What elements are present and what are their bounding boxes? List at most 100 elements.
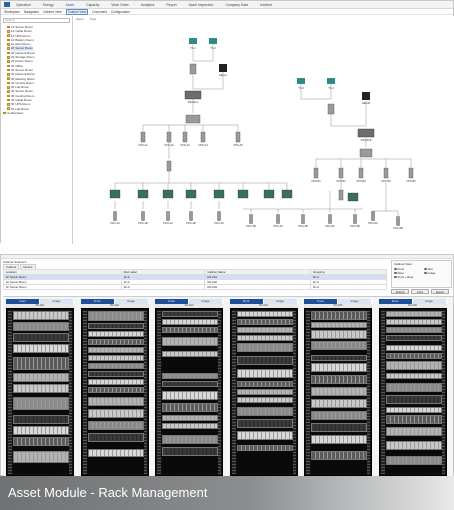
rack-device[interactable] <box>87 323 144 329</box>
type-tab[interactable]: Type <box>90 17 97 21</box>
rack-device[interactable] <box>385 383 442 392</box>
menu-item-asset-inspection[interactable]: Asset Inspection <box>189 3 214 7</box>
rack-device[interactable] <box>13 344 69 353</box>
rack-cabinet[interactable]: Front Image R2-A03 <box>155 299 223 476</box>
rack-device[interactable] <box>87 433 144 442</box>
table-row[interactable]: 1F Server Room 1F-A R2-A03 1F-A <box>3 284 388 290</box>
rack-device[interactable] <box>236 419 293 428</box>
rack-device[interactable] <box>162 351 218 357</box>
subnav-custom-view[interactable]: Custom View <box>65 8 89 15</box>
rack-front-tab[interactable]: Front <box>304 299 338 304</box>
subnav-configuration[interactable]: Configuration <box>111 10 130 14</box>
rack-image-tab[interactable]: Image <box>114 299 149 304</box>
rack-device[interactable] <box>87 387 144 393</box>
rack-device[interactable] <box>13 311 69 320</box>
rack-device[interactable] <box>87 371 144 377</box>
rack-device[interactable] <box>385 373 442 379</box>
rack-device[interactable] <box>385 311 442 317</box>
rack-device[interactable] <box>236 335 293 341</box>
rack-device[interactable] <box>311 341 367 350</box>
rack-device[interactable] <box>385 319 442 325</box>
radio-front-rear[interactable]: Front + Rear <box>394 275 424 279</box>
rack-device[interactable] <box>13 451 69 463</box>
rack-device[interactable] <box>13 415 69 424</box>
menu-item-capacity[interactable]: Capacity <box>86 3 99 7</box>
rack-device[interactable] <box>87 409 144 418</box>
rack-cabinet[interactable]: Front Image R2-A06 <box>378 299 447 476</box>
rack-device[interactable] <box>13 437 69 446</box>
rack-device[interactable] <box>385 327 442 333</box>
rack-device[interactable] <box>236 389 293 395</box>
rack-device[interactable] <box>162 337 218 346</box>
rack-device[interactable] <box>311 322 367 328</box>
rack-device[interactable] <box>385 335 442 341</box>
rack-device[interactable] <box>162 311 218 317</box>
rack-device[interactable] <box>13 322 69 331</box>
rack-device[interactable] <box>236 431 293 440</box>
menu-item-operation[interactable]: Operation <box>16 3 31 7</box>
rack-device[interactable] <box>236 381 293 387</box>
menu-item-work-order[interactable]: Work Order <box>111 3 128 7</box>
rack-device[interactable] <box>385 361 442 370</box>
rack-device[interactable] <box>385 456 442 465</box>
rack-image-tab[interactable]: Image <box>263 299 298 304</box>
tree-node[interactable]: Unallocated <box>1 111 72 115</box>
rack-device[interactable] <box>87 331 144 337</box>
rack-device[interactable] <box>87 355 144 361</box>
menu-item-energy[interactable]: Energy <box>43 3 54 7</box>
rack-device[interactable] <box>311 399 367 408</box>
rack-device[interactable] <box>236 311 293 317</box>
rack-device[interactable] <box>13 426 69 435</box>
menu-item-company-data[interactable]: Company Data <box>225 3 248 7</box>
rack-device[interactable] <box>87 311 144 321</box>
rack-cabinet[interactable]: Front Image R2-A05 <box>304 299 372 476</box>
rack-device[interactable] <box>311 387 367 396</box>
rack-device[interactable] <box>385 395 442 404</box>
rack-device[interactable] <box>87 397 144 406</box>
rack-device[interactable] <box>87 339 144 345</box>
subnav-cabinet-view[interactable]: Cabinet View <box>43 10 62 14</box>
rack-device[interactable] <box>162 415 218 421</box>
rack-device[interactable] <box>385 407 442 413</box>
rack-front-tab[interactable]: Front <box>155 299 189 304</box>
rack-device[interactable] <box>311 411 367 420</box>
rack-device[interactable] <box>162 423 218 429</box>
rack-device[interactable] <box>162 373 218 379</box>
rack-device[interactable] <box>385 441 442 450</box>
subnav-document[interactable]: Document <box>92 10 107 14</box>
rack-device[interactable] <box>13 384 69 393</box>
rack-device[interactable] <box>162 327 218 333</box>
rack-device[interactable] <box>87 379 144 385</box>
menu-item-asset[interactable]: Asset <box>66 3 74 7</box>
rack-device[interactable] <box>13 333 69 342</box>
rack-device[interactable] <box>385 427 442 436</box>
rack-device[interactable] <box>13 357 69 370</box>
rack-device[interactable] <box>311 355 367 361</box>
power-topology-canvas[interactable]: Zoom Type TX-1TX-2GEN-ASWGR-AUPS-A1UPS-A… <box>73 16 454 244</box>
rack-device[interactable] <box>162 435 218 444</box>
rack-device[interactable] <box>162 403 218 412</box>
rack-cabinet[interactable]: Front Image R2-A01 <box>6 299 74 476</box>
rack-device[interactable] <box>311 330 367 339</box>
subnav-navigation[interactable]: Navigation <box>24 10 39 14</box>
rack-device[interactable] <box>385 345 442 351</box>
tree-search-input[interactable]: Search <box>3 18 70 23</box>
menu-item-analytics[interactable]: Analytics <box>141 3 155 7</box>
rack-device[interactable] <box>162 319 218 325</box>
rack-device[interactable] <box>311 435 367 444</box>
rack-device[interactable] <box>311 423 367 432</box>
find-button[interactable]: Find <box>411 289 429 294</box>
rack-device[interactable] <box>236 397 293 403</box>
rack-image-tab[interactable]: Image <box>40 299 74 304</box>
rack-device[interactable] <box>236 319 293 325</box>
rack-device[interactable] <box>236 445 293 451</box>
rack-device[interactable] <box>385 415 442 424</box>
rack-image-tab[interactable]: Image <box>412 299 447 304</box>
rack-device[interactable] <box>236 369 293 378</box>
menu-item-incident[interactable]: Incident <box>260 3 272 7</box>
zoom-tab[interactable]: Zoom <box>76 17 84 21</box>
subnav-workspace[interactable]: Workspace <box>4 10 20 14</box>
menu-item-report[interactable]: Report <box>166 3 176 7</box>
rack-device[interactable] <box>236 356 293 365</box>
rack-device[interactable] <box>162 381 218 387</box>
